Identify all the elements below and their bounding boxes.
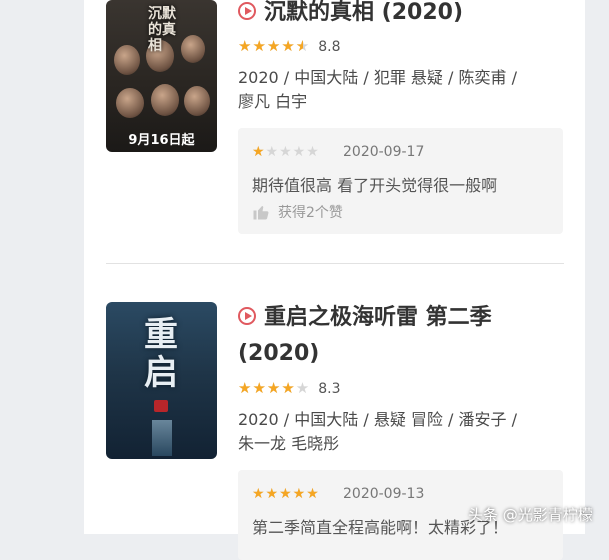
poster-face	[184, 86, 210, 116]
like-button[interactable]: 获得2个赞	[252, 202, 343, 222]
play-icon[interactable]	[238, 307, 256, 325]
poster-image[interactable]: 重启	[106, 302, 217, 459]
review-stars: ★★★★★★★★★★	[252, 486, 320, 502]
poster-face	[151, 84, 179, 116]
movie-title[interactable]: 重启之极海听雷 第二季	[238, 301, 492, 335]
content-card: 沉默的真相 9月16日起 沉默的真相 (2020) ★★★★★★★★★★8.8 …	[84, 0, 585, 560]
rating-stars: ★★★★★★★★★★	[238, 379, 311, 397]
divider	[106, 263, 564, 264]
movie-meta: 2020 / 中国大陆 / 犯罪 悬疑 / 陈奕甫 / 廖凡 白宇	[238, 66, 568, 114]
rating-score: 8.8	[318, 39, 341, 55]
review-date: 2020-09-13	[343, 486, 425, 502]
rating-row: ★★★★★★★★★★ 8.3	[238, 379, 341, 397]
thumb-up-icon[interactable]	[252, 203, 270, 220]
poster-figure	[152, 420, 172, 456]
rating-row: ★★★★★★★★★★ 8.8	[238, 37, 341, 55]
meta-line: 朱一龙 毛晓彤	[238, 434, 340, 453]
review-stars: ★★★★★★★★★★	[252, 144, 320, 160]
watermark-text: 头条 @光影青柠檬	[468, 506, 593, 524]
rating-stars: ★★★★★★★★★★	[238, 37, 311, 55]
movie-title[interactable]: 沉默的真相 (2020)	[238, 0, 463, 30]
poster-face	[181, 35, 205, 63]
review-box[interactable]: ★★★★★★★★★★ 2020-09-17 期待值很高 看了开头觉得很一般啊 获…	[238, 128, 563, 234]
poster-face	[114, 45, 140, 75]
review-date: 2020-09-17	[343, 144, 425, 160]
review-text: 期待值很高 看了开头觉得很一般啊	[252, 176, 498, 195]
play-icon[interactable]	[238, 2, 256, 20]
meta-line: 2020 / 中国大陆 / 犯罪 悬疑 / 陈奕甫 /	[238, 68, 517, 87]
poster-image[interactable]: 沉默的真相 9月16日起	[106, 0, 217, 152]
movie-meta: 2020 / 中国大陆 / 悬疑 冒险 / 潘安子 / 朱一龙 毛晓彤	[238, 408, 568, 456]
poster-title-text: 沉默的真相	[148, 6, 176, 54]
poster-title-text: 重启	[144, 315, 178, 393]
meta-line: 2020 / 中国大陆 / 悬疑 冒险 / 潘安子 /	[238, 410, 517, 429]
poster-seal	[154, 400, 168, 412]
poster-face	[116, 88, 144, 118]
meta-line: 廖凡 白宇	[238, 92, 308, 111]
poster-date-text: 9月16日起	[128, 133, 195, 148]
movie-title-year[interactable]: (2020)	[238, 337, 319, 371]
rating-score: 8.3	[318, 381, 341, 397]
